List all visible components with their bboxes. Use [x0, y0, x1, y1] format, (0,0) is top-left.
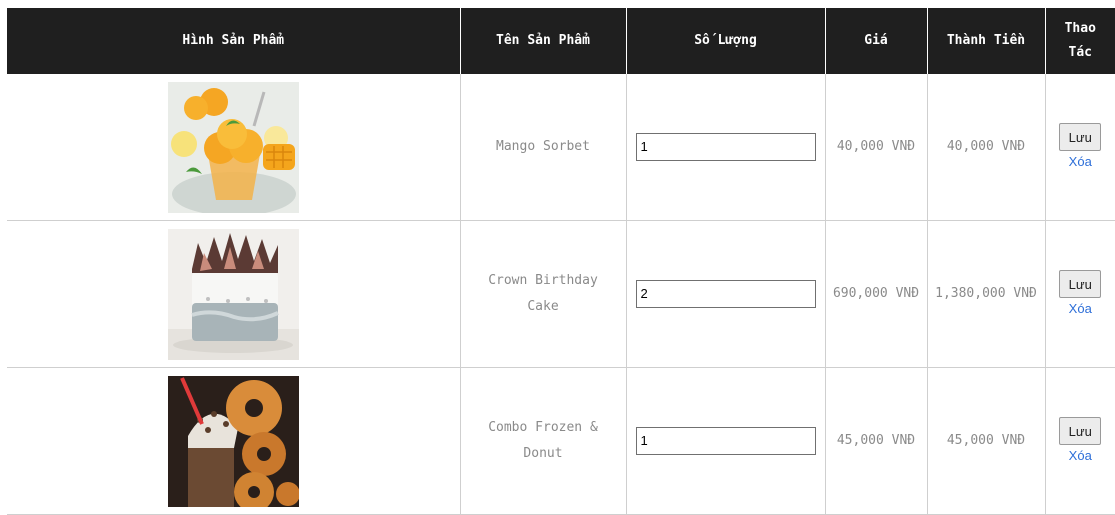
total-cell: 40,000 VNĐ [927, 74, 1046, 221]
quantity-input[interactable] [635, 279, 816, 308]
header-price: Giá [825, 8, 928, 74]
cart-table-container: Hình Sản Phẩm Tên Sản Phẩm Số Lượng Giá … [7, 8, 1115, 515]
delete-link[interactable]: Xóa [1052, 300, 1110, 318]
header-quantity: Số Lượng [626, 8, 826, 74]
header-action: Thao Tác [1045, 8, 1115, 74]
quantity-cell [626, 367, 826, 515]
product-image-cell [7, 220, 461, 368]
crown-cake-photo [167, 228, 299, 360]
quantity-input[interactable] [635, 132, 816, 161]
product-image-cell [7, 74, 461, 221]
action-cell: Lưu Xóa [1045, 74, 1115, 221]
action-cell: Lưu Xóa [1045, 367, 1115, 515]
quantity-input[interactable] [635, 426, 816, 455]
save-button[interactable]: Lưu [1059, 123, 1102, 151]
mango-sorbet-photo [167, 81, 299, 213]
frozen-donut-photo [167, 375, 299, 507]
total-cell: 45,000 VNĐ [927, 367, 1046, 515]
product-image-cell [7, 367, 461, 515]
cart-header-row: Hình Sản Phẩm Tên Sản Phẩm Số Lượng Giá … [7, 8, 1115, 74]
save-button[interactable]: Lưu [1059, 417, 1102, 445]
product-name: Combo Frozen & Donut [488, 420, 598, 461]
price-cell: 45,000 VNĐ [825, 367, 928, 515]
header-name: Tên Sản Phẩm [460, 8, 627, 74]
action-cell: Lưu Xóa [1045, 220, 1115, 368]
delete-link[interactable]: Xóa [1052, 153, 1110, 171]
quantity-cell [626, 220, 826, 368]
product-name: Mango Sorbet [496, 139, 590, 154]
quantity-cell [626, 74, 826, 221]
save-button[interactable]: Lưu [1059, 270, 1102, 298]
price-cell: 690,000 VNĐ [825, 220, 928, 368]
header-total: Thành Tiền [927, 8, 1046, 74]
product-name-cell: Combo Frozen & Donut [460, 367, 627, 515]
table-row: Combo Frozen & Donut 45,000 VNĐ 45,000 V… [7, 367, 1115, 515]
delete-link[interactable]: Xóa [1052, 447, 1110, 465]
product-name-cell: Crown Birthday Cake [460, 220, 627, 368]
price-cell: 40,000 VNĐ [825, 74, 928, 221]
product-name: Crown Birthday Cake [488, 273, 598, 314]
total-cell: 1,380,000 VNĐ [927, 220, 1046, 368]
product-name-cell: Mango Sorbet [460, 74, 627, 221]
table-row: Crown Birthday Cake 690,000 VNĐ 1,380,00… [7, 220, 1115, 368]
table-row: Mango Sorbet 40,000 VNĐ 40,000 VNĐ Lưu X… [7, 74, 1115, 221]
header-image: Hình Sản Phẩm [7, 8, 461, 74]
cart-table: Hình Sản Phẩm Tên Sản Phẩm Số Lượng Giá … [7, 8, 1115, 515]
